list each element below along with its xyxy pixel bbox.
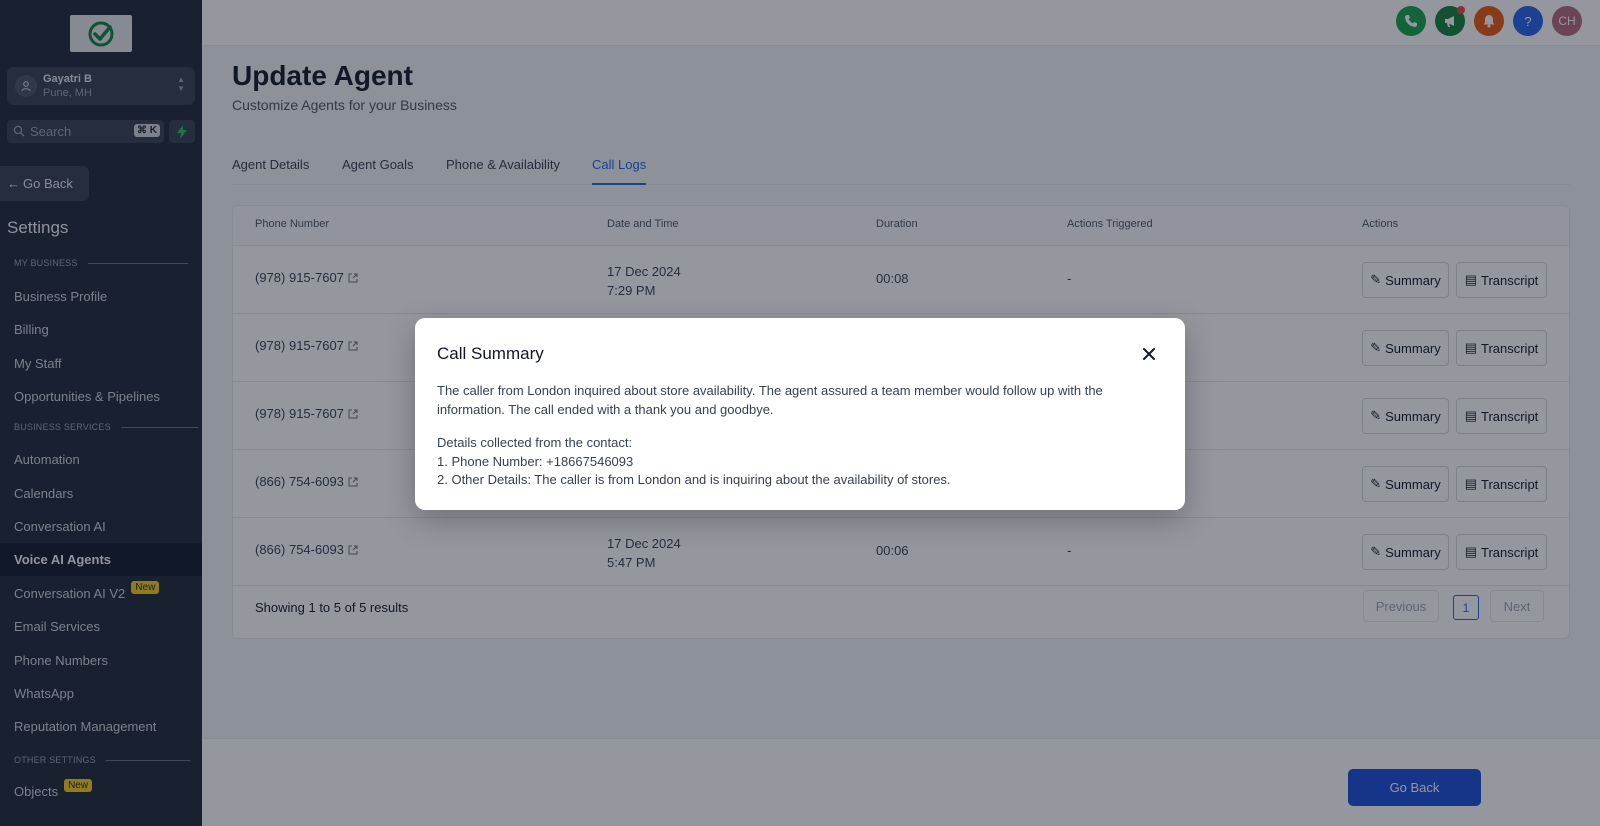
- call-summary-modal: Call Summary The caller from London inqu…: [415, 318, 1185, 510]
- detail-item: 1. Phone Number: +18667546093: [437, 453, 634, 469]
- modal-body: The caller from London inquired about st…: [437, 382, 1157, 490]
- detail-item: 2. Other Details: The caller is from Lon…: [437, 472, 951, 487]
- details-heading: Details collected from the contact:: [437, 435, 633, 450]
- summary-paragraph: The caller from London inquired about st…: [437, 383, 1103, 417]
- close-icon[interactable]: [1141, 346, 1157, 362]
- modal-title: Call Summary: [437, 344, 544, 363]
